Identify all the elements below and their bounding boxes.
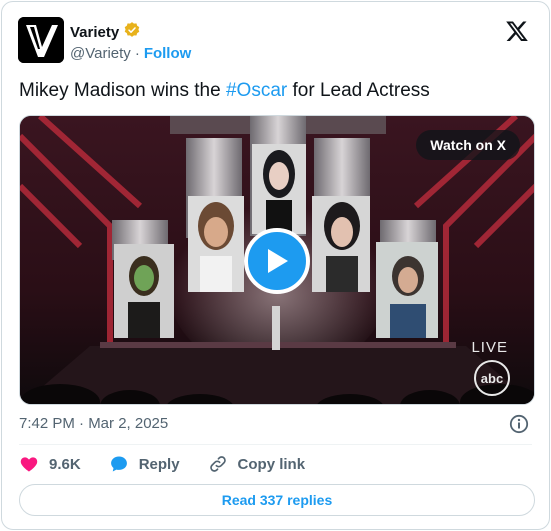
oscar-hashtag-link[interactable]: #Oscar: [226, 80, 287, 101]
verified-badge-icon: [123, 21, 141, 44]
separator-dot: ·: [134, 45, 140, 62]
tweet-text-before: Mikey Madison wins the: [19, 80, 226, 101]
info-icon[interactable]: [509, 414, 529, 434]
copy-link-button[interactable]: Copy link: [208, 454, 306, 474]
play-button[interactable]: [244, 228, 310, 294]
action-bar: 9.6K Reply Copy link: [19, 454, 305, 474]
play-icon: [268, 249, 288, 273]
reply-button[interactable]: Reply: [109, 454, 180, 474]
author-handle[interactable]: @Variety: [70, 45, 131, 62]
video-player[interactable]: Watch on X LIVE abc: [19, 115, 535, 405]
reply-bubble-icon: [110, 456, 127, 472]
divider: [19, 444, 532, 445]
link-icon: [209, 456, 226, 472]
author-name[interactable]: Variety: [70, 24, 119, 41]
x-logo-icon[interactable]: [505, 19, 529, 43]
watch-on-x-button[interactable]: Watch on X: [416, 130, 520, 160]
tweet-text-after: for Lead Actress: [287, 80, 430, 101]
abc-network-logo: abc: [474, 360, 510, 396]
copy-link-label: Copy link: [237, 455, 306, 473]
read-replies-button[interactable]: Read 337 replies: [19, 484, 535, 516]
tweet-text: Mikey Madison wins the #Oscar for Lead A…: [19, 80, 430, 102]
like-count: 9.6K: [49, 455, 81, 473]
like-button[interactable]: 9.6K: [19, 454, 81, 474]
author-handle-row: @Variety · Follow: [70, 45, 191, 62]
heart-icon: [20, 457, 38, 472]
reply-label: Reply: [138, 455, 180, 473]
tweet-timestamp[interactable]: 7:42 PM · Mar 2, 2025: [19, 415, 168, 432]
variety-avatar[interactable]: [18, 17, 64, 63]
live-label: LIVE: [471, 339, 508, 356]
follow-button[interactable]: Follow: [144, 45, 192, 62]
tweet-card: Variety @Variety · Follow Mikey Madison …: [1, 1, 550, 530]
author-name-row: Variety: [70, 21, 141, 44]
